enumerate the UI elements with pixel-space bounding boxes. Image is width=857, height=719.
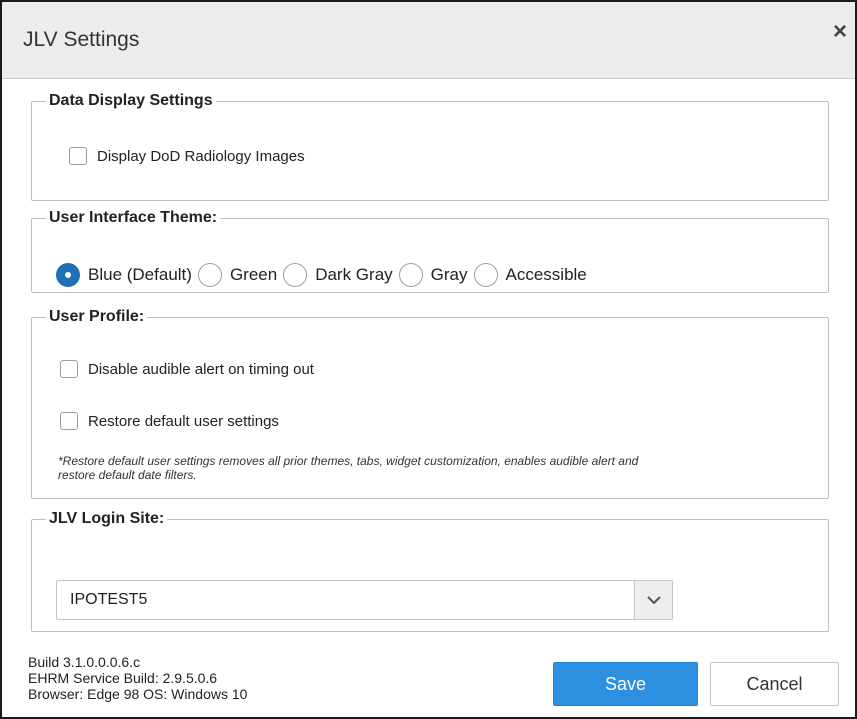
login-legend: JLV Login Site: xyxy=(49,510,165,527)
data-display-legend: Data Display Settings xyxy=(49,92,213,109)
theme-label-gray: Gray xyxy=(430,265,468,284)
user-profile-group: User Profile: Disable audible alert on t… xyxy=(31,308,829,499)
build-info: Build 3.1.0.0.0.6.c EHRM Service Build: … xyxy=(28,654,247,702)
radiology-option[interactable]: Display DoD Radiology Images xyxy=(69,147,305,165)
browser-os-info: Browser: Edge 98 OS: Windows 10 xyxy=(28,686,248,702)
restore-defaults-option[interactable]: Restore default user settings xyxy=(60,412,279,430)
theme-radio-group: Blue (Default) Green Dark Gray Gray Acce… xyxy=(56,263,593,287)
theme-radio-green[interactable] xyxy=(197,263,222,287)
restore-defaults-label: Restore default user settings xyxy=(88,412,279,430)
radiology-checkbox[interactable] xyxy=(69,147,87,165)
theme-label-blue: Blue (Default) xyxy=(88,265,192,284)
profile-legend: User Profile: xyxy=(49,308,145,325)
jlv-settings-dialog: JLV Settings × Data Display Settings Dis… xyxy=(0,0,857,719)
login-site-value: IPOTEST5 xyxy=(70,591,148,608)
radiology-label: Display DoD Radiology Images xyxy=(97,147,305,165)
restore-defaults-note: *Restore default user settings removes a… xyxy=(58,454,798,482)
save-button[interactable]: Save xyxy=(553,662,698,706)
cancel-button[interactable]: Cancel xyxy=(710,662,839,706)
close-icon[interactable]: × xyxy=(833,20,847,44)
ehrm-service-build: EHRM Service Build: 2.9.5.0.6 xyxy=(28,670,218,686)
theme-radio-gray[interactable] xyxy=(398,263,423,287)
note-line-1: *Restore default user settings removes a… xyxy=(58,454,639,468)
theme-radio-accessible[interactable] xyxy=(473,263,498,287)
data-display-settings-group: Data Display Settings Display DoD Radiol… xyxy=(31,92,829,201)
disable-alert-option[interactable]: Disable audible alert on timing out xyxy=(60,360,314,378)
note-line-2: restore default date filters. xyxy=(58,468,197,482)
theme-label-accessible: Accessible xyxy=(505,265,587,284)
theme-legend: User Interface Theme: xyxy=(49,209,218,226)
build-version: Build 3.1.0.0.0.6.c xyxy=(28,654,141,670)
dialog-titlebar: JLV Settings × xyxy=(2,2,855,79)
chevron-down-icon[interactable] xyxy=(634,581,672,619)
dialog-title: JLV Settings xyxy=(23,28,140,51)
theme-label-dark-gray: Dark Gray xyxy=(315,265,393,284)
jlv-login-site-group: JLV Login Site: IPOTEST5 xyxy=(31,510,829,632)
theme-radio-blue[interactable] xyxy=(56,263,80,287)
restore-defaults-checkbox[interactable] xyxy=(60,412,78,430)
user-interface-theme-group: User Interface Theme: Blue (Default) Gre… xyxy=(31,209,829,293)
login-site-select[interactable]: IPOTEST5 xyxy=(56,580,673,620)
theme-radio-dark-gray[interactable] xyxy=(283,263,308,287)
disable-alert-label: Disable audible alert on timing out xyxy=(88,360,314,378)
theme-label-green: Green xyxy=(229,265,278,284)
disable-alert-checkbox[interactable] xyxy=(60,360,78,378)
